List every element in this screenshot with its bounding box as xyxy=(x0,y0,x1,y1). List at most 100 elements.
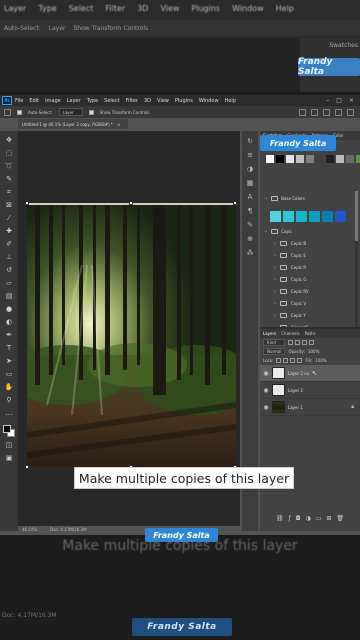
paragraph-icon[interactable]: ¶ xyxy=(246,207,254,215)
swatch[interactable] xyxy=(286,155,294,163)
delete-layer-icon[interactable]: 🗑︎ xyxy=(336,515,344,525)
menu-help[interactable]: Help xyxy=(225,98,236,104)
swatch[interactable] xyxy=(335,211,346,222)
more-icon[interactable]: … xyxy=(4,408,14,418)
align-center-icon[interactable] xyxy=(311,108,318,116)
list-item[interactable]: › Copic V xyxy=(274,299,309,308)
swatch[interactable] xyxy=(356,155,360,163)
list-item[interactable]: › Copic RV xyxy=(274,287,309,296)
menu-image[interactable]: Image xyxy=(45,98,61,104)
brush-settings-icon[interactable]: ✎ xyxy=(246,221,254,229)
lock-all-icon[interactable] xyxy=(297,358,303,363)
layer-style-icon[interactable]: ƒ xyxy=(289,515,291,525)
hand-icon[interactable]: ✋ xyxy=(4,382,14,392)
link-layers-icon[interactable]: ⛓ xyxy=(276,515,284,525)
transform-handle-tc[interactable] xyxy=(129,201,133,205)
move-icon[interactable]: ✥ xyxy=(4,135,14,145)
menu-select[interactable]: Select xyxy=(104,98,119,104)
eyedropper-icon[interactable]: ⁄ xyxy=(4,213,14,223)
gradient-icon[interactable]: ▤ xyxy=(4,291,14,301)
transform-handle-bl[interactable] xyxy=(25,465,29,469)
brush-icon[interactable]: ✐ xyxy=(4,239,14,249)
new-layer-icon[interactable]: ⊞ xyxy=(326,515,331,525)
fill-value[interactable]: 100% xyxy=(315,358,326,363)
menu-layer[interactable]: Layer xyxy=(67,98,81,104)
foreground-color-swatch[interactable] xyxy=(3,425,11,433)
swatch[interactable] xyxy=(296,155,304,163)
eye-icon[interactable]: ◉ xyxy=(263,387,269,394)
swatch[interactable] xyxy=(322,211,333,222)
scrollbar-thumb[interactable] xyxy=(355,191,358,241)
list-item[interactable]: › Copic Y xyxy=(274,311,309,320)
maximize-icon[interactable]: □ xyxy=(336,97,342,104)
screen-mode-icon[interactable]: ▣ xyxy=(4,453,14,463)
eraser-icon[interactable]: ▱ xyxy=(4,278,14,288)
glyphs-icon[interactable]: ⁂ xyxy=(246,249,254,257)
swatch[interactable] xyxy=(270,211,281,222)
document-tab[interactable]: Untitled-1 @ 46.1% (Layer 2 copy, RGB/8#… xyxy=(18,119,128,129)
opacity-value[interactable]: 100% xyxy=(308,349,319,354)
layer-row[interactable]: ◉ Layer 2 co ↖ xyxy=(260,365,360,382)
align-left-icon[interactable] xyxy=(299,108,306,116)
healing-icon[interactable]: ✚ xyxy=(4,226,14,236)
zoom-level[interactable]: 46.14% xyxy=(22,527,37,532)
filter-type-icon[interactable] xyxy=(302,340,307,345)
lock-brush-icon[interactable] xyxy=(283,358,289,363)
swatch[interactable] xyxy=(276,155,284,163)
menu-edit[interactable]: Edit xyxy=(29,98,39,104)
auto-select-checkbox[interactable] xyxy=(17,109,22,115)
layer-row[interactable]: ◉ Layer 1 🔒︎ xyxy=(260,399,360,416)
lock-transparent-icon[interactable] xyxy=(276,358,282,363)
document-close-icon[interactable]: × xyxy=(117,122,120,127)
list-item[interactable]: › Copic R xyxy=(274,263,309,272)
swatch[interactable] xyxy=(306,155,314,163)
character-icon[interactable]: A xyxy=(246,193,254,201)
tab-paths[interactable]: Paths xyxy=(305,331,316,336)
layer-kind-dropdown[interactable]: Kind xyxy=(263,339,285,346)
menu-3d[interactable]: 3D xyxy=(144,98,151,104)
list-item[interactable]: › Copic E xyxy=(274,251,309,260)
shape-icon[interactable]: ▭ xyxy=(4,369,14,379)
swatch[interactable] xyxy=(346,155,354,163)
properties-icon[interactable]: ≡ xyxy=(246,151,254,159)
group-icon[interactable]: ▭ xyxy=(316,515,322,525)
lock-move-icon[interactable] xyxy=(290,358,296,363)
list-item[interactable]: › Copic B xyxy=(274,239,309,248)
transform-handle-tr[interactable] xyxy=(233,201,237,205)
menu-window[interactable]: Window xyxy=(199,98,219,104)
swatch[interactable] xyxy=(309,211,320,222)
quick-mask-icon[interactable]: ◫ xyxy=(4,440,14,450)
swatch[interactable] xyxy=(316,155,324,163)
frame-icon[interactable]: ⊠ xyxy=(4,200,14,210)
swatch[interactable] xyxy=(283,211,294,222)
swatch[interactable] xyxy=(336,155,344,163)
path-select-icon[interactable]: ➤ xyxy=(4,356,14,366)
menu-plugins[interactable]: Plugins xyxy=(175,98,193,104)
auto-select-target-dropdown[interactable]: Layer xyxy=(58,108,83,116)
crop-icon[interactable]: ⌗ xyxy=(4,187,14,197)
adjustments-icon[interactable]: ◑ xyxy=(246,165,254,173)
history-icon[interactable]: ↻ xyxy=(246,137,254,145)
stamp-icon[interactable]: ⊥ xyxy=(4,252,14,262)
blur-icon[interactable]: ● xyxy=(4,304,14,314)
menu-file[interactable]: File xyxy=(15,98,23,104)
quick-select-icon[interactable]: ✎ xyxy=(4,174,14,184)
tab-layers[interactable]: Layers xyxy=(263,331,276,336)
swatch[interactable] xyxy=(326,155,334,163)
type-icon[interactable]: T xyxy=(4,343,14,353)
menu-filter[interactable]: Filter xyxy=(126,98,138,104)
swatch[interactable] xyxy=(266,155,274,163)
more-options-icon[interactable] xyxy=(347,108,354,116)
close-icon[interactable]: × xyxy=(349,97,354,104)
minimize-icon[interactable]: – xyxy=(326,97,329,104)
move-tool-preset-icon[interactable] xyxy=(4,108,11,116)
list-item[interactable]: › Copic G xyxy=(274,275,309,284)
tab-channels[interactable]: Channels xyxy=(281,331,300,336)
eye-icon[interactable]: ◉ xyxy=(263,370,269,377)
lasso-icon[interactable]: ➰ xyxy=(4,161,14,171)
libraries-icon[interactable]: ▦ xyxy=(246,179,254,187)
filter-adjustment-icon[interactable] xyxy=(295,340,300,345)
transform-handle-tl[interactable] xyxy=(25,201,29,205)
pen-icon[interactable]: ✒ xyxy=(4,330,14,340)
history-brush-icon[interactable]: ↺ xyxy=(4,265,14,275)
